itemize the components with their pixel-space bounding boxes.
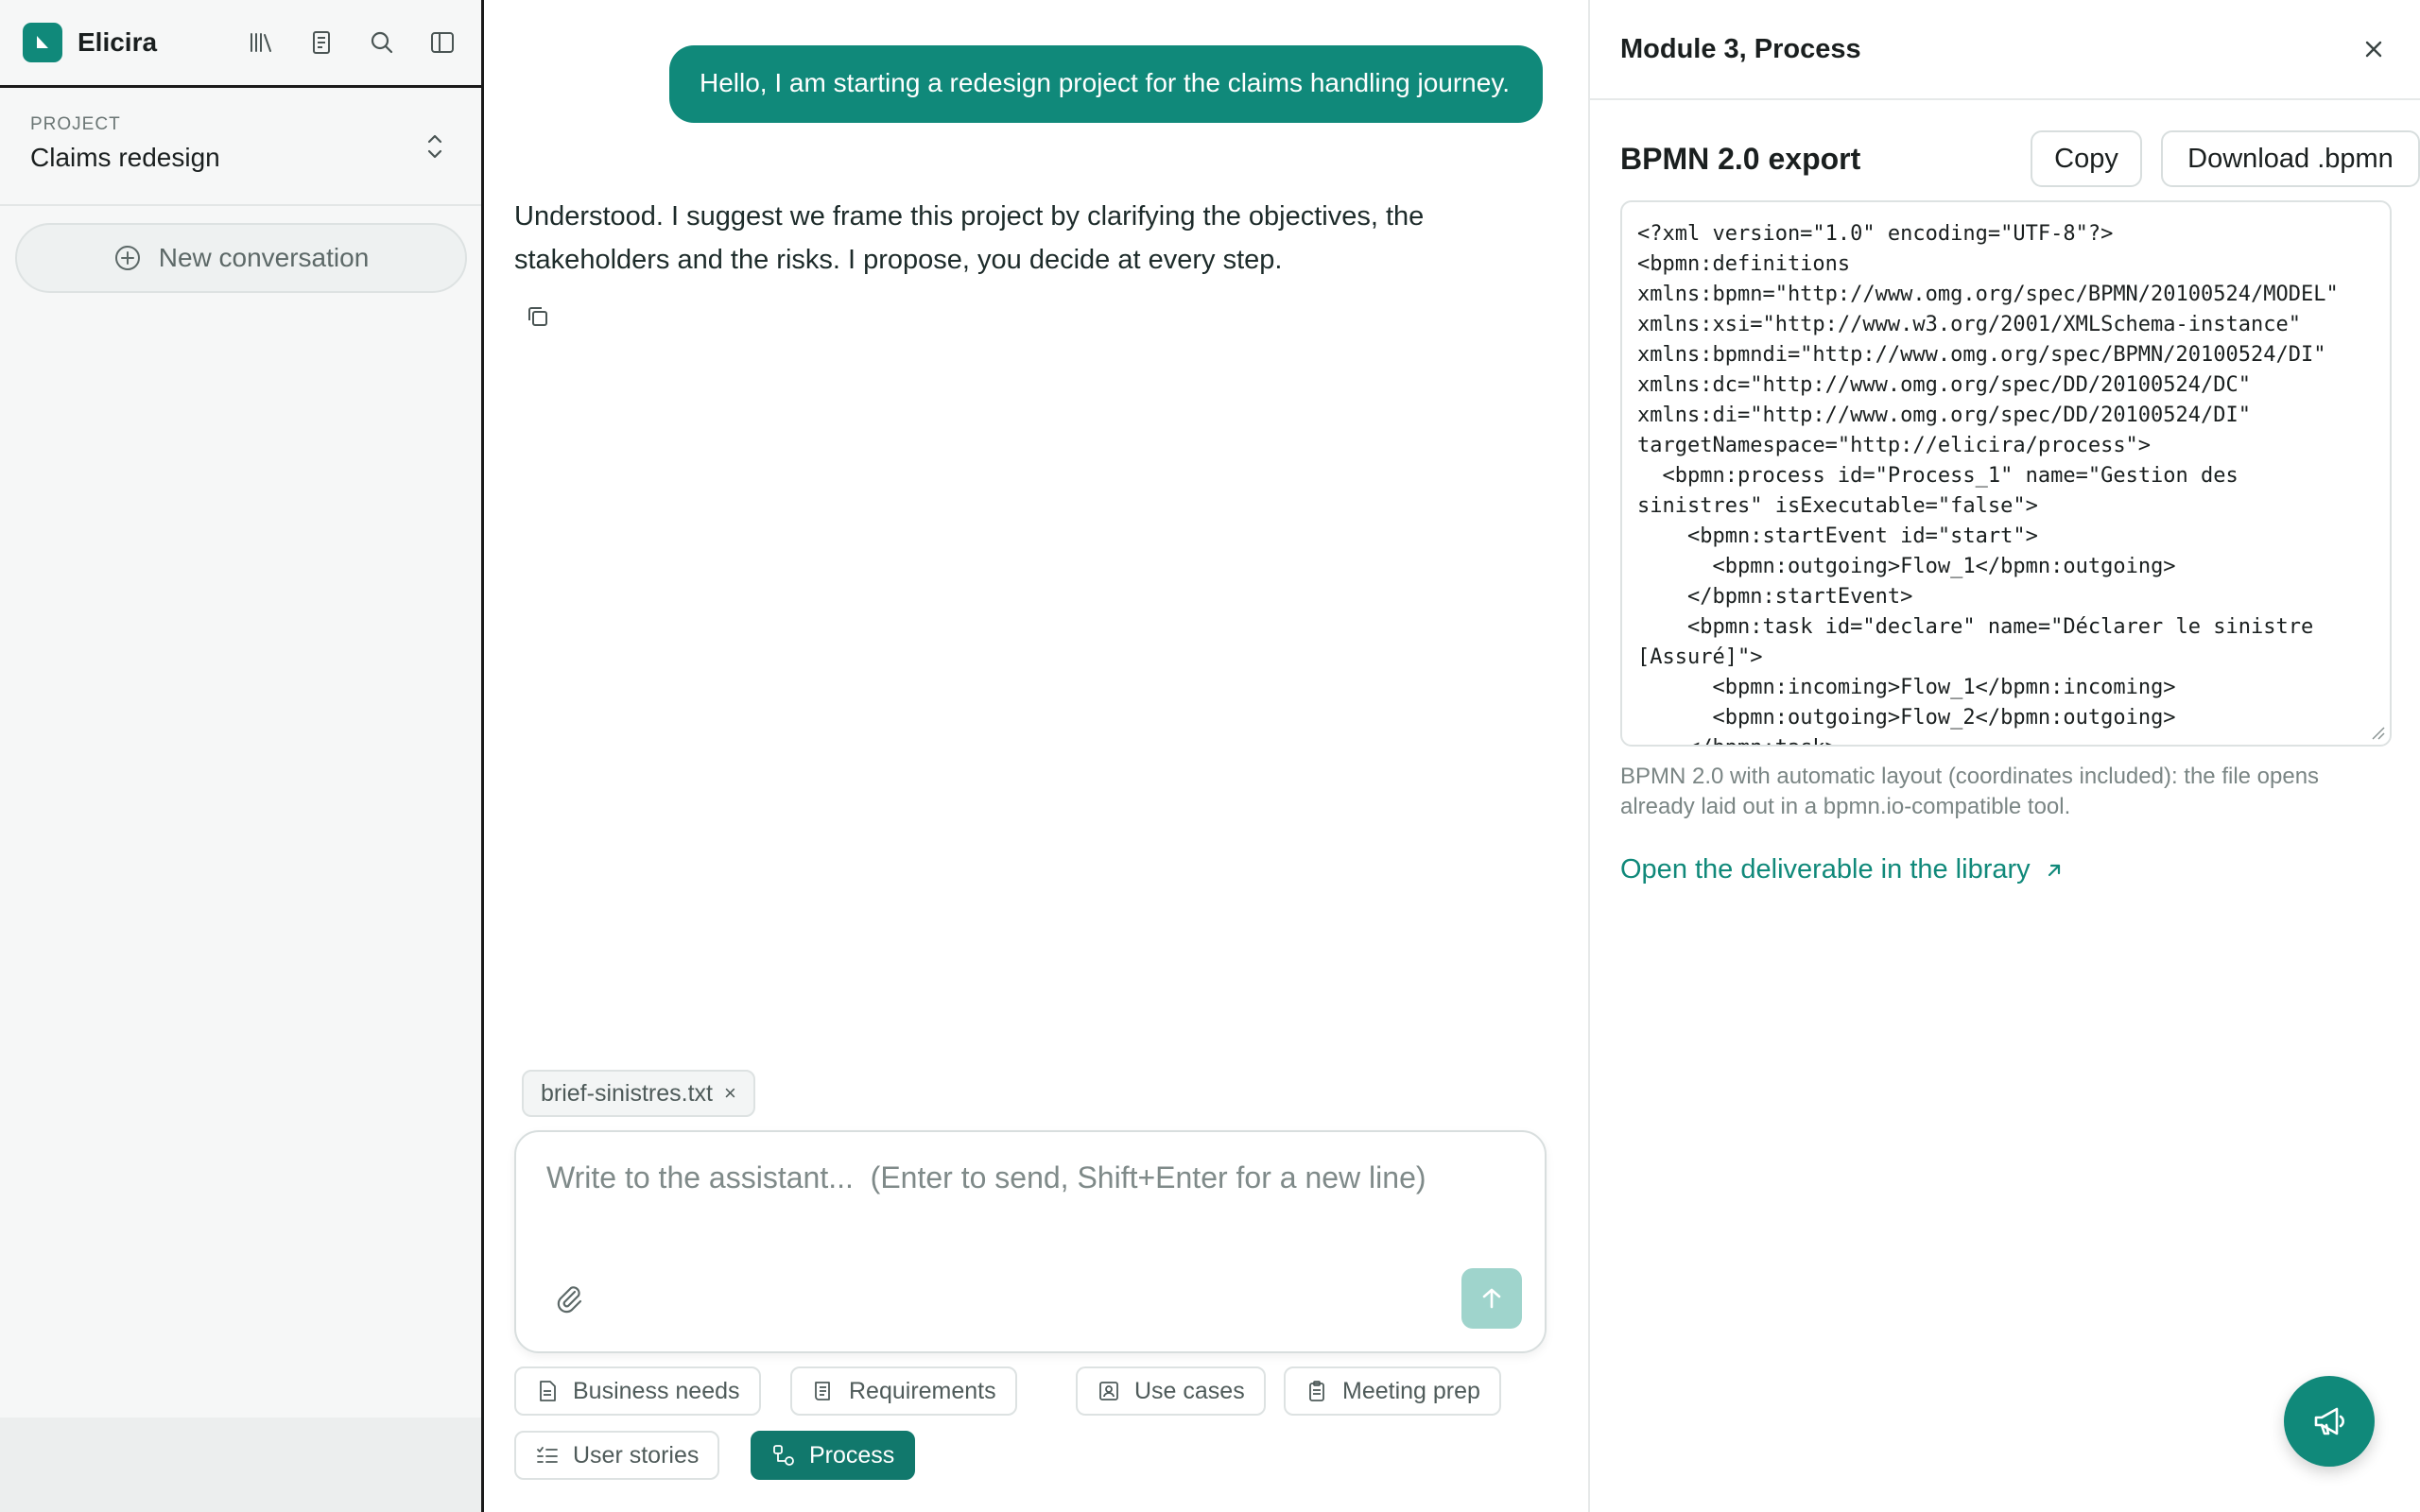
user-card-icon: [1099, 1382, 1118, 1400]
download-bpmn-button[interactable]: Download .bpmn: [2161, 130, 2420, 187]
chevron-up-down-icon: [427, 134, 442, 159]
sidebar-toggle-icon[interactable]: [426, 26, 458, 59]
project-label: PROJECT: [30, 114, 121, 134]
export-title: BPMN 2.0 export: [1620, 142, 1861, 176]
feedback-button[interactable]: [2284, 1376, 2375, 1467]
chip-requirements[interactable]: Requirements: [790, 1366, 1017, 1416]
sidebar-header: Elicira: [0, 0, 481, 88]
chip-use-cases[interactable]: Use cases: [1076, 1366, 1266, 1416]
sidebar-footer: [0, 1418, 481, 1512]
chip-label: User stories: [573, 1441, 700, 1469]
search-icon[interactable]: [366, 26, 398, 59]
resize-grip-icon[interactable]: [2369, 724, 2386, 741]
message-input[interactable]: [516, 1132, 1545, 1264]
chip-label: Requirements: [849, 1377, 996, 1404]
paperclip-icon[interactable]: [552, 1281, 586, 1315]
new-conversation-button[interactable]: New conversation: [15, 223, 467, 293]
logo-mark-icon: [37, 36, 48, 48]
export-note: BPMN 2.0 with automatic layout (coordina…: [1620, 764, 2320, 819]
attachment-chip: brief-sinistres.txt ×: [522, 1070, 755, 1117]
new-conversation-label: New conversation: [158, 243, 370, 272]
panel-title: Module 3, Process: [1620, 33, 1861, 64]
open-library-link[interactable]: Open the deliverable in the library: [1620, 854, 2065, 885]
chip-process[interactable]: Process: [751, 1431, 916, 1480]
chat-area: Hello, I am starting a redesign project …: [484, 0, 1588, 1512]
assistant-message: Understood. I suggest we frame this proj…: [514, 201, 1425, 275]
remove-attachment-button[interactable]: ×: [724, 1081, 736, 1106]
project-selector[interactable]: PROJECT Claims redesign: [0, 88, 481, 206]
xml-code-box[interactable]: <?xml version="1.0" encoding="UTF-8"?> <…: [1620, 200, 2392, 747]
process-icon: [773, 1445, 794, 1466]
list-check-icon: [537, 1447, 558, 1463]
checklist-doc-icon: [815, 1382, 830, 1400]
app-window: Elicira PROJECT Claims redesign New conv…: [0, 0, 2420, 1512]
megaphone-icon: [2314, 1407, 2344, 1435]
app-name: Elicira: [78, 27, 158, 57]
project-name: Claims redesign: [30, 143, 220, 172]
chip-label: Meeting prep: [1342, 1377, 1480, 1404]
external-arrow-icon: [2048, 864, 2060, 876]
sidebar: Elicira PROJECT Claims redesign New conv…: [0, 0, 484, 1512]
document-icon: [540, 1381, 556, 1401]
chip-business-needs[interactable]: Business needs: [514, 1366, 761, 1416]
chip-label: Process: [809, 1441, 895, 1469]
plus-circle-icon: [114, 246, 140, 270]
close-icon[interactable]: [2358, 33, 2390, 65]
xml-content: <?xml version="1.0" encoding="UTF-8"?> <…: [1637, 222, 2339, 745]
chip-user-stories[interactable]: User stories: [514, 1431, 720, 1480]
panel-header: Module 3, Process: [1590, 0, 2420, 100]
arrow-up-icon: [1482, 1288, 1501, 1309]
chip-label: Business needs: [573, 1377, 740, 1404]
attachment-filename: brief-sinistres.txt: [541, 1079, 713, 1107]
user-message: Hello, I am starting a redesign project …: [669, 45, 1543, 123]
app-logo[interactable]: [23, 23, 62, 62]
deliverable-panel: Module 3, Process BPMN 2.0 export Copy D…: [1588, 0, 2420, 1512]
chip-meeting-prep[interactable]: Meeting prep: [1284, 1366, 1501, 1416]
sidebar-toolbar: [245, 26, 458, 59]
chip-label: Use cases: [1134, 1377, 1245, 1404]
notebook-icon[interactable]: [305, 26, 337, 59]
composer: [514, 1130, 1547, 1353]
copy-message-icon[interactable]: [524, 302, 552, 331]
open-library-label: Open the deliverable in the library: [1620, 854, 2031, 885]
clipboard-icon: [1309, 1381, 1324, 1401]
export-header: BPMN 2.0 export Copy Download .bpmn: [1620, 130, 2420, 187]
send-button[interactable]: [1461, 1268, 1522, 1329]
copy-button[interactable]: Copy: [2031, 130, 2142, 187]
library-icon[interactable]: [245, 26, 277, 59]
